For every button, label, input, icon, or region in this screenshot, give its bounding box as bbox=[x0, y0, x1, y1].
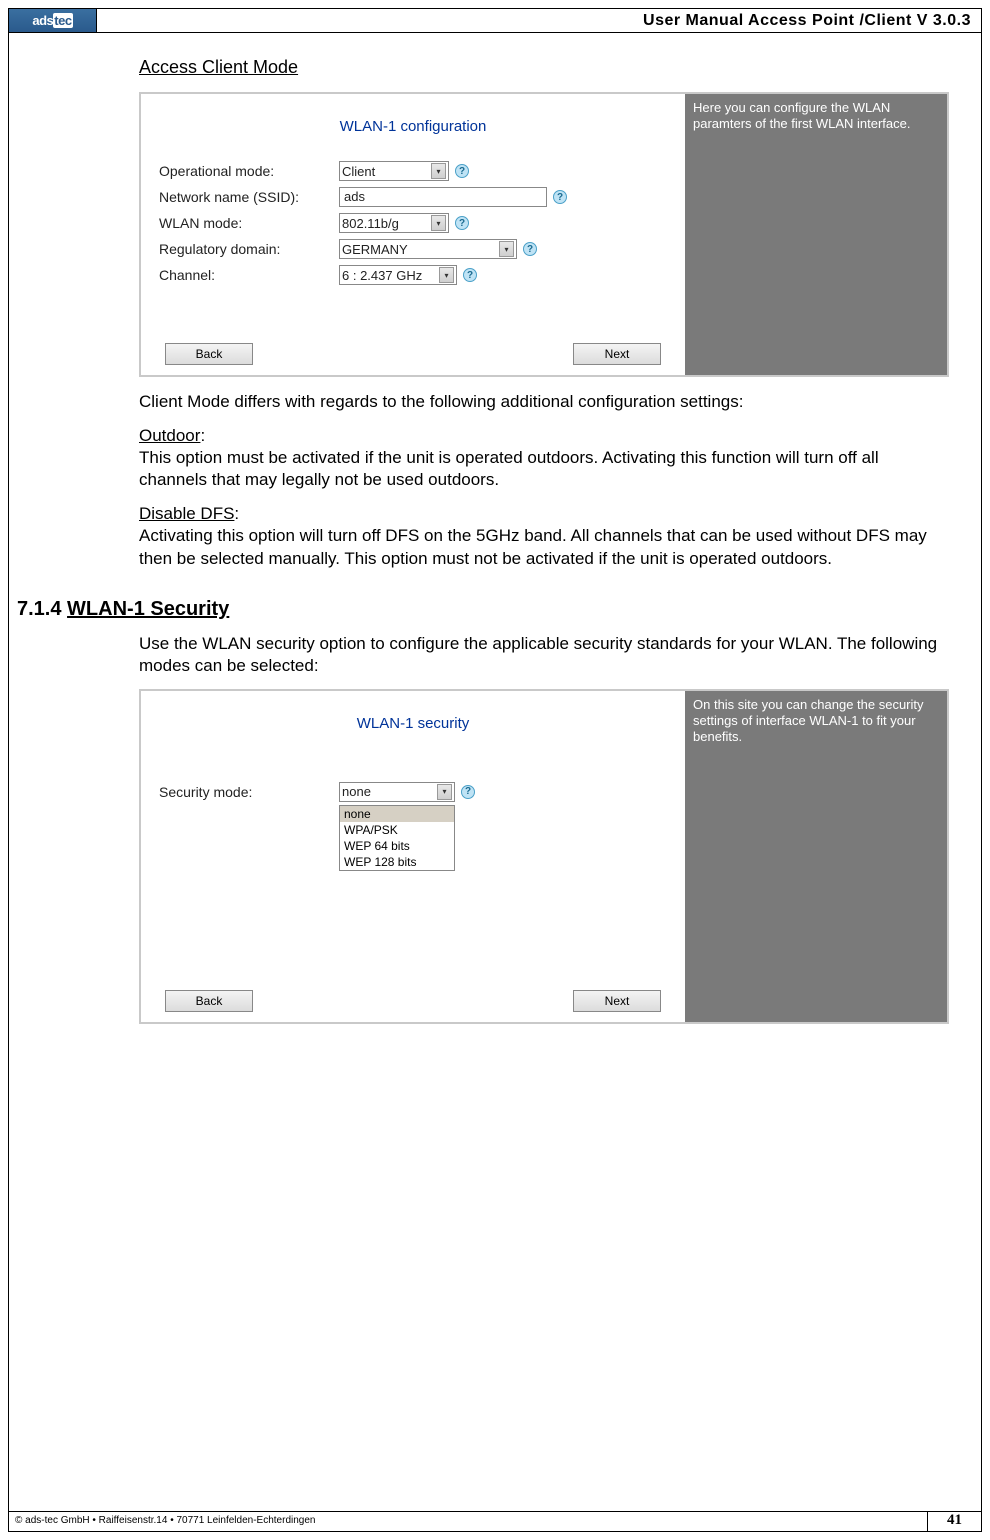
heading-outdoor: Outdoor bbox=[139, 426, 200, 445]
security-mode-dropdown[interactable]: none WPA/PSK WEP 64 bits WEP 128 bits bbox=[339, 805, 455, 871]
page-number: 41 bbox=[927, 1512, 981, 1531]
text-client-mode-differs: Client Mode differs with regards to the … bbox=[139, 391, 951, 413]
select-security-mode[interactable]: none ▾ bbox=[339, 782, 455, 802]
label-op-mode: Operational mode: bbox=[159, 163, 339, 179]
help-icon[interactable]: ? bbox=[455, 164, 469, 178]
wlan1-config-help-sidebar: Here you can configure the WLAN paramter… bbox=[685, 94, 947, 375]
wlan1-security-help-sidebar: On this site you can change the security… bbox=[685, 691, 947, 1022]
help-icon[interactable]: ? bbox=[463, 268, 477, 282]
chevron-down-icon: ▾ bbox=[439, 267, 454, 283]
heading-disable-dfs: Disable DFS bbox=[139, 504, 234, 523]
label-reg-domain: Regulatory domain: bbox=[159, 241, 339, 257]
select-reg-domain[interactable]: GERMANY ▾ bbox=[339, 239, 517, 259]
option-wep128[interactable]: WEP 128 bits bbox=[340, 854, 454, 870]
option-none[interactable]: none bbox=[340, 806, 454, 822]
button-row: Back Next bbox=[141, 990, 685, 1012]
section-title-access-client-mode: Access Client Mode bbox=[139, 57, 951, 78]
next-button[interactable]: Next bbox=[573, 343, 661, 365]
next-button[interactable]: Next bbox=[573, 990, 661, 1012]
footer-copyright: © ads-tec GmbH • Raiffeisenstr.14 • 7077… bbox=[9, 1512, 927, 1531]
back-button[interactable]: Back bbox=[165, 990, 253, 1012]
wlan1-security-screenshot: WLAN-1 security Security mode: none ▾ ? … bbox=[139, 689, 949, 1024]
select-channel[interactable]: 6 : 2.437 GHz ▾ bbox=[339, 265, 457, 285]
option-wep64[interactable]: WEP 64 bits bbox=[340, 838, 454, 854]
chevron-down-icon: ▾ bbox=[499, 241, 514, 257]
logo-text: adstec bbox=[32, 13, 72, 28]
help-icon[interactable]: ? bbox=[461, 785, 475, 799]
heading-number: 7.1.4 bbox=[17, 598, 67, 620]
text-security-intro: Use the WLAN security option to configur… bbox=[139, 633, 951, 677]
chevron-down-icon: ▾ bbox=[431, 215, 446, 231]
body-outdoor: This option must be activated if the uni… bbox=[139, 448, 879, 489]
body-disable-dfs: Activating this option will turn off DFS… bbox=[139, 526, 927, 567]
chevron-down-icon: ▾ bbox=[431, 163, 446, 179]
wlan1-config-screenshot: WLAN-1 configuration Operational mode: C… bbox=[139, 92, 949, 377]
page-border: adstec User Manual Access Point /Client … bbox=[8, 8, 982, 1532]
select-op-mode[interactable]: Client ▾ bbox=[339, 161, 449, 181]
text-outdoor: Outdoor: This option must be activated i… bbox=[139, 425, 951, 491]
help-icon[interactable]: ? bbox=[455, 216, 469, 230]
option-wpa-psk[interactable]: WPA/PSK bbox=[340, 822, 454, 838]
input-ssid[interactable]: ads bbox=[339, 187, 547, 207]
content: Access Client Mode WLAN-1 configuration … bbox=[9, 33, 981, 1024]
row-op-mode: Operational mode: Client ▾ ? bbox=[159, 161, 667, 181]
row-wlan-mode: WLAN mode: 802.11b/g ▾ ? bbox=[159, 213, 667, 233]
chevron-down-icon: ▾ bbox=[437, 784, 452, 800]
wlan1-security-heading: WLAN-1 security bbox=[159, 715, 667, 732]
label-security-mode: Security mode: bbox=[159, 784, 339, 800]
label-wlan-mode: WLAN mode: bbox=[159, 215, 339, 231]
row-channel: Channel: 6 : 2.437 GHz ▾ ? bbox=[159, 265, 667, 285]
wlan1-config-heading: WLAN-1 configuration bbox=[159, 118, 667, 135]
row-security-mode: Security mode: none ▾ ? bbox=[159, 782, 667, 802]
logo: adstec bbox=[9, 9, 97, 32]
footer: © ads-tec GmbH • Raiffeisenstr.14 • 7077… bbox=[9, 1511, 981, 1531]
row-ssid: Network name (SSID): ads ? bbox=[159, 187, 667, 207]
help-icon[interactable]: ? bbox=[553, 190, 567, 204]
button-row: Back Next bbox=[141, 343, 685, 365]
heading-7-1-4: 7.1.4 WLAN-1 Security bbox=[17, 598, 951, 621]
label-channel: Channel: bbox=[159, 267, 339, 283]
help-icon[interactable]: ? bbox=[523, 242, 537, 256]
text-disable-dfs: Disable DFS: Activating this option will… bbox=[139, 503, 951, 569]
row-reg-domain: Regulatory domain: GERMANY ▾ ? bbox=[159, 239, 667, 259]
label-ssid: Network name (SSID): bbox=[159, 189, 339, 205]
heading-text: WLAN-1 Security bbox=[67, 598, 229, 620]
wlan1-security-main: WLAN-1 security Security mode: none ▾ ? … bbox=[141, 691, 685, 1022]
header-title: User Manual Access Point /Client V 3.0.3 bbox=[97, 9, 981, 32]
header-bar: adstec User Manual Access Point /Client … bbox=[9, 9, 981, 33]
back-button[interactable]: Back bbox=[165, 343, 253, 365]
wlan1-config-main: WLAN-1 configuration Operational mode: C… bbox=[141, 94, 685, 375]
select-wlan-mode[interactable]: 802.11b/g ▾ bbox=[339, 213, 449, 233]
